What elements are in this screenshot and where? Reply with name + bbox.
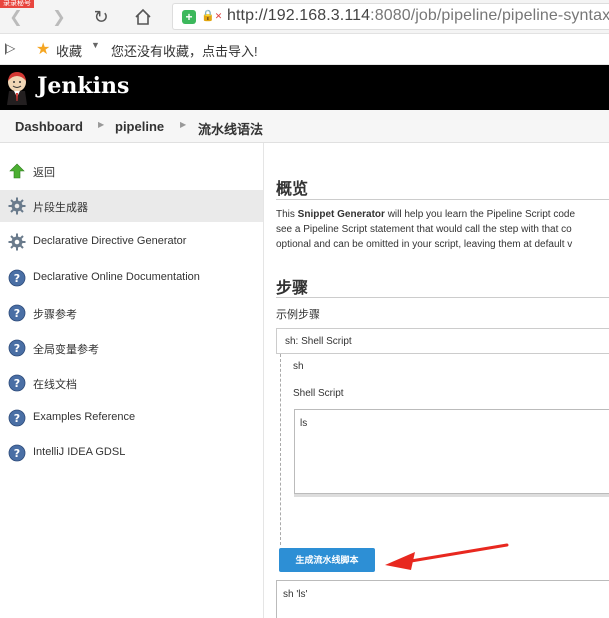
help-icon: ? <box>8 374 26 392</box>
address-bar[interactable]: + 🔒✕ http://192.168.3.114:8080/job/pipel… <box>172 3 609 30</box>
sidebar-item-examples-reference[interactable]: ? Examples Reference <box>0 402 263 434</box>
help-icon: ? <box>8 304 26 322</box>
divider <box>276 297 609 298</box>
intro-line-2: see a Pipeline Script statement that wou… <box>276 224 572 235</box>
breadcrumb-pipeline[interactable]: pipeline <box>115 119 164 134</box>
svg-text:?: ? <box>14 412 20 425</box>
intro-line-3: optional and can be omitted in your scri… <box>276 239 573 250</box>
divider <box>276 199 609 200</box>
generate-pipeline-script-button[interactable]: 生成流水线脚本 <box>279 548 375 572</box>
breadcrumb-pipeline-syntax[interactable]: 流水线语法 <box>198 119 263 138</box>
bookmarks-bar: |▷ ★ 收藏 ▼ 您还没有收藏，点击导入! <box>0 34 609 65</box>
reload-icon: ↻ <box>93 6 109 27</box>
sidebar-item-declarative-directive-generator[interactable]: Declarative Directive Generator <box>0 226 263 258</box>
sidebar-item-label: IntelliJ IDEA GDSL <box>33 446 126 458</box>
sidebar-item-label: 片段生成器 <box>33 202 88 214</box>
step-name-label: sh <box>293 361 304 372</box>
intro-line-1: This Snippet Generator will help you lea… <box>276 209 576 220</box>
svg-text:?: ? <box>14 307 20 320</box>
jenkins-logo-icon[interactable] <box>5 71 29 105</box>
sidebar-item-online-docs[interactable]: ? 在线文档 <box>0 367 263 399</box>
bookmarks-import-hint[interactable]: 您还没有收藏，点击导入! <box>111 41 258 60</box>
help-icon: ? <box>8 339 26 357</box>
bookmarks-menu[interactable]: 收藏 <box>56 41 82 60</box>
help-icon: ? <box>8 409 26 427</box>
shield-icon: + <box>182 10 196 24</box>
insecure-lock-icon[interactable]: 🔒✕ <box>201 9 222 22</box>
sidebar-item-snippet-generator[interactable]: 片段生成器 <box>0 190 263 222</box>
annotation-arrow-icon <box>385 543 509 570</box>
svg-text:?: ? <box>14 272 20 285</box>
sidebar-item-label: 在线文档 <box>33 379 77 391</box>
sidebar-item-back[interactable]: 返回 <box>0 155 263 187</box>
jenkins-brand[interactable]: Jenkins <box>37 73 129 99</box>
up-arrow-icon <box>9 163 25 179</box>
home-button[interactable] <box>132 6 154 28</box>
help-icon: ? <box>8 444 26 462</box>
breadcrumb-separator-icon[interactable]: ▶ <box>98 120 104 129</box>
shell-script-textarea[interactable]: ls <box>294 409 609 496</box>
sample-step-select[interactable]: sh: Shell Script <box>276 328 609 354</box>
sidebar-toggle-icon[interactable]: |▷ <box>4 41 15 55</box>
back-icon: ❮ <box>9 9 23 26</box>
reload-button[interactable]: ↻ <box>90 6 112 28</box>
help-icon: ? <box>8 269 26 287</box>
url-path: :8080/job/pipeline/pipeline-syntax/ <box>370 7 609 24</box>
browser-toolbar: 录录秘号 ❮ ❯ ↻ + 🔒✕ http://192.168.3.114:808… <box>0 0 609 34</box>
sidebar-item-label: Declarative Online Documentation <box>33 271 200 283</box>
sidebar: 返回 片段生成器 Declarative Directive Generator… <box>0 143 264 618</box>
breadcrumb: Dashboard ▶ pipeline ▶ 流水线语法 <box>0 110 609 143</box>
svg-text:?: ? <box>14 342 20 355</box>
sidebar-item-steps-reference[interactable]: ? 步骤参考 <box>0 297 263 329</box>
jenkins-header: Jenkins <box>0 65 609 110</box>
shell-script-label: Shell Script <box>293 388 344 399</box>
forward-icon: ❯ <box>52 9 66 26</box>
snippet-generator-term: Snippet Generator <box>297 209 385 220</box>
sidebar-item-global-variables[interactable]: ? 全局变量参考 <box>0 332 263 364</box>
intro-text: This Snippet Generator will help you lea… <box>276 207 609 252</box>
svg-text:?: ? <box>14 377 20 390</box>
forward-button[interactable]: ❯ <box>48 6 70 28</box>
sidebar-item-label: Examples Reference <box>33 411 136 423</box>
gear-icon <box>8 197 26 215</box>
url-text[interactable]: http://192.168.3.114:8080/job/pipeline/p… <box>227 7 609 25</box>
step-config-dashed-border <box>280 354 282 545</box>
sidebar-item-label: 返回 <box>33 167 55 179</box>
sidebar-item-declarative-online-docs[interactable]: ? Declarative Online Documentation <box>0 262 263 294</box>
sidebar-item-label: 全局变量参考 <box>33 344 99 356</box>
home-icon <box>135 8 151 25</box>
sidebar-item-intellij-gdsl[interactable]: ? IntelliJ IDEA GDSL <box>0 437 263 469</box>
main-content: 概览 This Snippet Generator will help you … <box>265 143 609 618</box>
url-host: http://192.168.3.114 <box>227 7 371 24</box>
star-icon[interactable]: ★ <box>36 39 50 59</box>
sidebar-item-label: Declarative Directive Generator <box>33 235 187 247</box>
gear-icon <box>8 233 26 251</box>
back-button[interactable]: ❮ <box>5 6 27 28</box>
overview-heading: 概览 <box>276 181 309 198</box>
breadcrumb-separator-icon[interactable]: ▶ <box>180 120 186 129</box>
caret-down-icon[interactable]: ▼ <box>91 40 100 50</box>
breadcrumb-dashboard[interactable]: Dashboard <box>15 119 83 134</box>
textarea-resize-handle[interactable] <box>294 493 609 497</box>
steps-heading: 步骤 <box>276 280 309 297</box>
sidebar-item-label: 步骤参考 <box>33 309 77 321</box>
generated-script-output[interactable]: sh 'ls' <box>276 580 609 618</box>
svg-text:?: ? <box>14 447 20 460</box>
sample-step-label: 示例步骤 <box>276 309 320 321</box>
